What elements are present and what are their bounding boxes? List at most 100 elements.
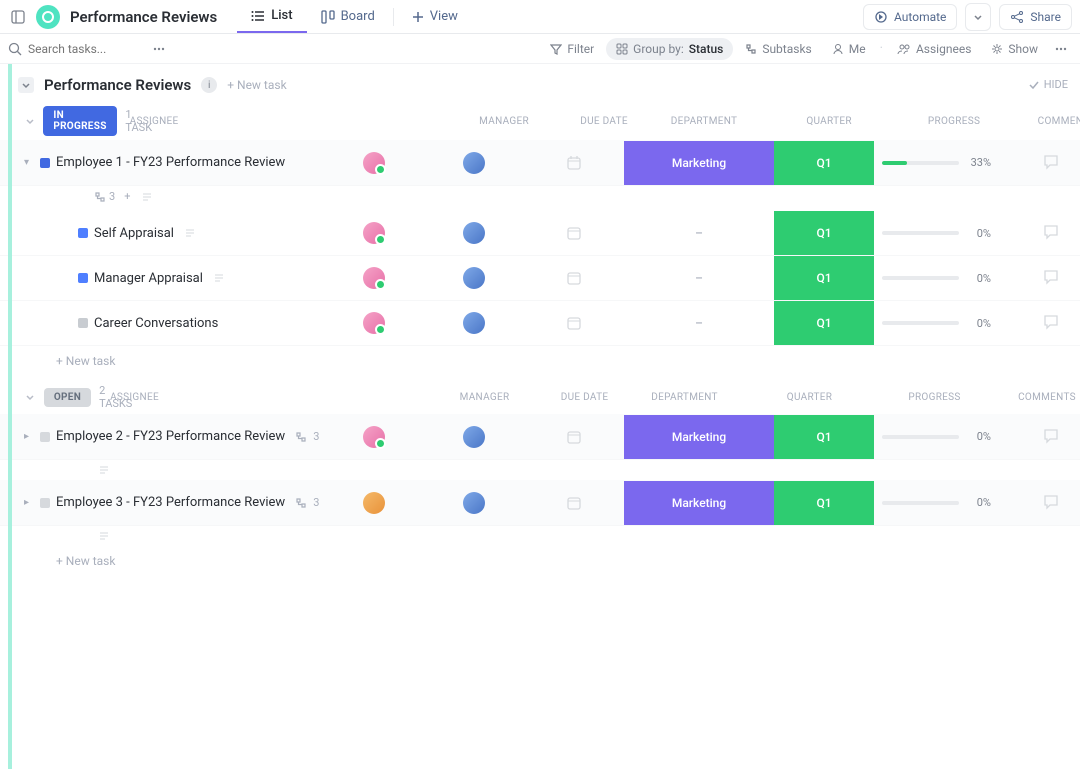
task-notes-indicator[interactable] bbox=[0, 526, 1080, 546]
comments-button[interactable] bbox=[1042, 427, 1062, 447]
department-cell[interactable]: – bbox=[624, 256, 774, 300]
quarter-cell[interactable]: Q1 bbox=[774, 415, 874, 459]
space-title[interactable]: Performance Reviews bbox=[70, 8, 217, 26]
due-date-picker[interactable] bbox=[564, 493, 584, 513]
manager-avatar[interactable] bbox=[463, 222, 485, 244]
due-date-picker[interactable] bbox=[564, 153, 584, 173]
me-button[interactable]: Me bbox=[824, 38, 874, 60]
group-title[interactable]: Performance Reviews bbox=[44, 76, 191, 94]
group-collapse-toggle[interactable] bbox=[18, 77, 34, 93]
new-task-button[interactable]: + New task bbox=[0, 346, 1080, 380]
expand-toggle[interactable]: ▸ bbox=[24, 431, 34, 442]
automate-button[interactable]: Automate bbox=[863, 4, 957, 30]
col-manager[interactable]: MANAGER bbox=[435, 392, 535, 403]
progress-cell[interactable]: 0% bbox=[874, 317, 999, 330]
due-date-picker[interactable] bbox=[564, 313, 584, 333]
col-assignee[interactable]: ASSIGNEE bbox=[0, 116, 454, 127]
filter-button[interactable]: Filter bbox=[542, 38, 602, 60]
col-department[interactable]: DEPARTMENT bbox=[635, 392, 735, 403]
expand-toggle[interactable]: ▸ bbox=[24, 497, 34, 508]
col-department[interactable]: DEPARTMENT bbox=[654, 116, 754, 127]
comments-button[interactable] bbox=[1042, 223, 1062, 243]
subtask-title[interactable]: Self Appraisal bbox=[94, 226, 174, 241]
assignee-avatar[interactable] bbox=[363, 312, 385, 334]
progress-cell[interactable]: 33% bbox=[874, 156, 999, 169]
col-quarter[interactable]: QUARTER bbox=[735, 392, 885, 403]
subtask-row[interactable]: Self Appraisal – Q1 0% bbox=[0, 211, 1080, 256]
assignee-avatar[interactable] bbox=[363, 426, 385, 448]
manager-avatar[interactable] bbox=[463, 312, 485, 334]
expand-toggle[interactable]: ▾ bbox=[24, 157, 34, 168]
col-progress[interactable]: PROGRESS bbox=[904, 116, 1004, 127]
task-row[interactable]: ▾ Employee 1 - FY23 Performance Review M… bbox=[0, 140, 1080, 186]
quarter-cell[interactable]: Q1 bbox=[774, 256, 874, 300]
automate-dropdown[interactable] bbox=[965, 3, 991, 31]
department-cell[interactable]: Marketing bbox=[624, 141, 774, 185]
col-due-date[interactable]: DUE DATE bbox=[535, 392, 635, 403]
assignee-avatar[interactable] bbox=[363, 492, 385, 514]
status-box[interactable] bbox=[40, 432, 50, 442]
comments-button[interactable] bbox=[1042, 493, 1062, 513]
manager-avatar[interactable] bbox=[463, 492, 485, 514]
col-comments[interactable]: COMMENTS bbox=[985, 392, 1080, 403]
add-subtask[interactable]: + bbox=[124, 190, 130, 203]
space-logo[interactable] bbox=[36, 5, 60, 29]
tab-list[interactable]: List bbox=[237, 0, 306, 33]
col-manager[interactable]: MANAGER bbox=[454, 116, 554, 127]
col-quarter[interactable]: QUARTER bbox=[754, 116, 904, 127]
col-progress[interactable]: PROGRESS bbox=[885, 392, 985, 403]
task-row[interactable]: ▸ Employee 2 - FY23 Performance Review 3… bbox=[0, 414, 1080, 460]
department-cell[interactable]: Marketing bbox=[624, 415, 774, 459]
due-date-picker[interactable] bbox=[564, 223, 584, 243]
quarter-cell[interactable]: Q1 bbox=[774, 211, 874, 255]
show-button[interactable]: Show bbox=[983, 38, 1046, 60]
progress-cell[interactable]: 0% bbox=[874, 227, 999, 240]
manager-avatar[interactable] bbox=[463, 267, 485, 289]
group-new-task[interactable]: + New task bbox=[227, 78, 286, 92]
department-cell[interactable]: – bbox=[624, 211, 774, 255]
new-task-button[interactable]: + New task bbox=[0, 546, 1080, 580]
col-due-date[interactable]: DUE DATE bbox=[554, 116, 654, 127]
progress-cell[interactable]: 0% bbox=[874, 496, 999, 509]
subtask-title[interactable]: Manager Appraisal bbox=[94, 271, 203, 286]
subtasks-button[interactable]: Subtasks bbox=[737, 38, 819, 60]
due-date-picker[interactable] bbox=[564, 427, 584, 447]
quarter-cell[interactable]: Q1 bbox=[774, 481, 874, 525]
status-box[interactable] bbox=[78, 318, 88, 328]
status-box[interactable] bbox=[78, 228, 88, 238]
assignee-avatar[interactable] bbox=[363, 267, 385, 289]
status-box[interactable] bbox=[40, 498, 50, 508]
comments-button[interactable] bbox=[1042, 313, 1062, 333]
task-row[interactable]: ▸ Employee 3 - FY23 Performance Review 3… bbox=[0, 480, 1080, 526]
task-title[interactable]: Employee 1 - FY23 Performance Review bbox=[56, 155, 285, 170]
subtask-row[interactable]: Manager Appraisal – Q1 0% bbox=[0, 256, 1080, 301]
task-title[interactable]: Employee 2 - FY23 Performance Review bbox=[56, 429, 285, 444]
tab-board[interactable]: Board bbox=[307, 0, 389, 33]
department-cell[interactable]: – bbox=[624, 301, 774, 345]
add-view-button[interactable]: View bbox=[398, 0, 472, 33]
quarter-cell[interactable]: Q1 bbox=[774, 141, 874, 185]
task-notes-indicator[interactable] bbox=[0, 460, 1080, 480]
department-cell[interactable]: Marketing bbox=[624, 481, 774, 525]
hide-button[interactable]: HIDE bbox=[1028, 78, 1068, 91]
col-comments[interactable]: COMMENTS bbox=[1004, 116, 1080, 127]
subtask-row[interactable]: Career Conversations – Q1 0% bbox=[0, 301, 1080, 346]
manager-avatar[interactable] bbox=[463, 426, 485, 448]
manager-avatar[interactable] bbox=[463, 152, 485, 174]
share-button[interactable]: Share bbox=[999, 4, 1072, 30]
subtask-title[interactable]: Career Conversations bbox=[94, 316, 218, 331]
search-options[interactable] bbox=[148, 38, 170, 60]
due-date-picker[interactable] bbox=[564, 268, 584, 288]
quarter-cell[interactable]: Q1 bbox=[774, 301, 874, 345]
progress-cell[interactable]: 0% bbox=[874, 430, 999, 443]
status-box[interactable] bbox=[78, 273, 88, 283]
col-assignee[interactable]: ASSIGNEE bbox=[0, 392, 435, 403]
comments-button[interactable] bbox=[1042, 268, 1062, 288]
sidebar-toggle-button[interactable] bbox=[8, 7, 28, 27]
group-info-button[interactable]: i bbox=[201, 77, 217, 93]
comments-button[interactable] bbox=[1042, 153, 1062, 173]
search-input[interactable] bbox=[28, 42, 148, 56]
toolbar-more[interactable] bbox=[1050, 38, 1072, 60]
task-title[interactable]: Employee 3 - FY23 Performance Review bbox=[56, 495, 285, 510]
progress-cell[interactable]: 0% bbox=[874, 272, 999, 285]
